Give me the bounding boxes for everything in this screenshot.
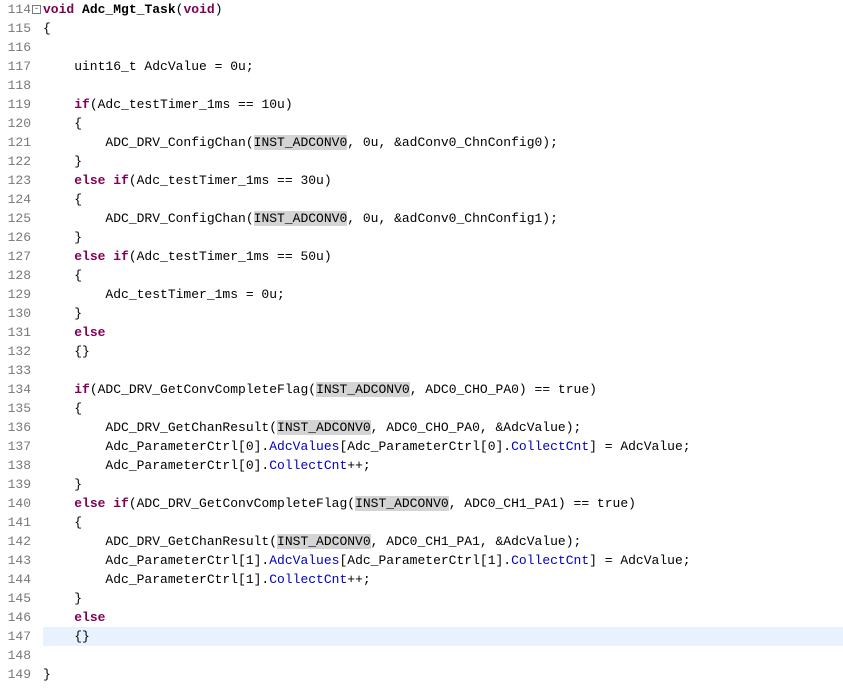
line-number: 146 bbox=[0, 608, 31, 627]
code-line[interactable]: else if(ADC_DRV_GetConvCompleteFlag(INST… bbox=[43, 494, 843, 513]
code-line[interactable]: { bbox=[43, 190, 843, 209]
code-line[interactable]: Adc_testTimer_1ms = 0u; bbox=[43, 285, 843, 304]
line-number: 139 bbox=[0, 475, 31, 494]
keyword: else bbox=[74, 610, 105, 625]
line-number: 144 bbox=[0, 570, 31, 589]
line-number: 119 bbox=[0, 95, 31, 114]
code-line[interactable] bbox=[43, 361, 843, 380]
keyword: if bbox=[74, 382, 90, 397]
line-number: 114 bbox=[0, 0, 31, 19]
code-area[interactable]: void Adc_Mgt_Task(void){ uint16_t AdcVal… bbox=[43, 0, 843, 692]
code-line[interactable]: } bbox=[43, 665, 843, 684]
keyword: if bbox=[74, 97, 90, 112]
keyword: else if bbox=[74, 173, 129, 188]
line-number: 130 bbox=[0, 304, 31, 323]
line-number: 142 bbox=[0, 532, 31, 551]
code-line[interactable] bbox=[43, 38, 843, 57]
line-number: 129 bbox=[0, 285, 31, 304]
code-line[interactable]: } bbox=[43, 475, 843, 494]
code-line[interactable]: {} bbox=[43, 627, 843, 646]
code-line[interactable]: } bbox=[43, 228, 843, 247]
code-line[interactable]: uint16_t AdcValue = 0u; bbox=[43, 57, 843, 76]
line-number: 137 bbox=[0, 437, 31, 456]
code-line[interactable]: Adc_ParameterCtrl[0].CollectCnt++; bbox=[43, 456, 843, 475]
occurrence-highlight: INST_ADCONV0 bbox=[254, 135, 348, 150]
keyword: void bbox=[183, 2, 214, 17]
line-number: 134 bbox=[0, 380, 31, 399]
code-line[interactable]: if(ADC_DRV_GetConvCompleteFlag(INST_ADCO… bbox=[43, 380, 843, 399]
line-number: 123 bbox=[0, 171, 31, 190]
occurrence-highlight: INST_ADCONV0 bbox=[355, 496, 449, 511]
code-line[interactable]: Adc_ParameterCtrl[0].AdcValues[Adc_Param… bbox=[43, 437, 843, 456]
line-number: 149 bbox=[0, 665, 31, 684]
code-line[interactable]: void Adc_Mgt_Task(void) bbox=[43, 0, 843, 19]
line-number: 116 bbox=[0, 38, 31, 57]
line-number: 125 bbox=[0, 209, 31, 228]
line-number: 135 bbox=[0, 399, 31, 418]
line-number: 136 bbox=[0, 418, 31, 437]
code-line[interactable]: Adc_ParameterCtrl[1].AdcValues[Adc_Param… bbox=[43, 551, 843, 570]
line-number: 133 bbox=[0, 361, 31, 380]
line-number: 138 bbox=[0, 456, 31, 475]
member-ref: CollectCnt bbox=[511, 439, 589, 454]
line-number: 145 bbox=[0, 589, 31, 608]
code-line[interactable]: } bbox=[43, 589, 843, 608]
line-number: 121 bbox=[0, 133, 31, 152]
code-line[interactable]: { bbox=[43, 266, 843, 285]
keyword: else if bbox=[74, 496, 129, 511]
code-line[interactable]: else bbox=[43, 608, 843, 627]
occurrence-highlight: INST_ADCONV0 bbox=[277, 534, 371, 549]
code-line[interactable]: if(Adc_testTimer_1ms == 10u) bbox=[43, 95, 843, 114]
code-line[interactable]: Adc_ParameterCtrl[1].CollectCnt++; bbox=[43, 570, 843, 589]
code-line[interactable]: } bbox=[43, 152, 843, 171]
line-number: 128 bbox=[0, 266, 31, 285]
member-ref: CollectCnt bbox=[269, 572, 347, 587]
code-line[interactable]: else if(Adc_testTimer_1ms == 30u) bbox=[43, 171, 843, 190]
member-ref: CollectCnt bbox=[269, 458, 347, 473]
code-line[interactable]: ADC_DRV_GetChanResult(INST_ADCONV0, ADC0… bbox=[43, 418, 843, 437]
fold-toggle-icon[interactable]: - bbox=[32, 5, 41, 14]
occurrence-highlight: INST_ADCONV0 bbox=[254, 211, 348, 226]
line-number: 131 bbox=[0, 323, 31, 342]
function-name: Adc_Mgt_Task bbox=[82, 2, 176, 17]
code-line[interactable] bbox=[43, 646, 843, 665]
code-line[interactable]: { bbox=[43, 513, 843, 532]
folding-column: - bbox=[32, 0, 43, 692]
line-number: 127 bbox=[0, 247, 31, 266]
line-number: 122 bbox=[0, 152, 31, 171]
line-number: 143 bbox=[0, 551, 31, 570]
occurrence-highlight: INST_ADCONV0 bbox=[277, 420, 371, 435]
line-number: 126 bbox=[0, 228, 31, 247]
code-line[interactable]: { bbox=[43, 114, 843, 133]
line-number: 148 bbox=[0, 646, 31, 665]
line-number: 124 bbox=[0, 190, 31, 209]
keyword: void bbox=[43, 2, 74, 17]
line-number: 117 bbox=[0, 57, 31, 76]
line-number-gutter: 1141151161171181191201211221231241251261… bbox=[0, 0, 32, 692]
line-number: 115 bbox=[0, 19, 31, 38]
code-line[interactable]: {} bbox=[43, 342, 843, 361]
line-number: 120 bbox=[0, 114, 31, 133]
member-ref: AdcValues bbox=[269, 439, 339, 454]
line-number: 140 bbox=[0, 494, 31, 513]
code-line[interactable]: ADC_DRV_ConfigChan(INST_ADCONV0, 0u, &ad… bbox=[43, 209, 843, 228]
code-line[interactable]: ADC_DRV_GetChanResult(INST_ADCONV0, ADC0… bbox=[43, 532, 843, 551]
occurrence-highlight: INST_ADCONV0 bbox=[316, 382, 410, 397]
code-line[interactable]: { bbox=[43, 399, 843, 418]
keyword: else bbox=[74, 325, 105, 340]
code-line[interactable]: else bbox=[43, 323, 843, 342]
line-number: 147 bbox=[0, 627, 31, 646]
code-line[interactable] bbox=[43, 76, 843, 95]
code-line[interactable]: { bbox=[43, 19, 843, 38]
member-ref: CollectCnt bbox=[511, 553, 589, 568]
code-line[interactable]: ADC_DRV_ConfigChan(INST_ADCONV0, 0u, &ad… bbox=[43, 133, 843, 152]
keyword: else if bbox=[74, 249, 129, 264]
line-number: 118 bbox=[0, 76, 31, 95]
code-line[interactable]: else if(Adc_testTimer_1ms == 50u) bbox=[43, 247, 843, 266]
member-ref: AdcValues bbox=[269, 553, 339, 568]
line-number: 141 bbox=[0, 513, 31, 532]
code-line[interactable]: } bbox=[43, 304, 843, 323]
line-number: 132 bbox=[0, 342, 31, 361]
